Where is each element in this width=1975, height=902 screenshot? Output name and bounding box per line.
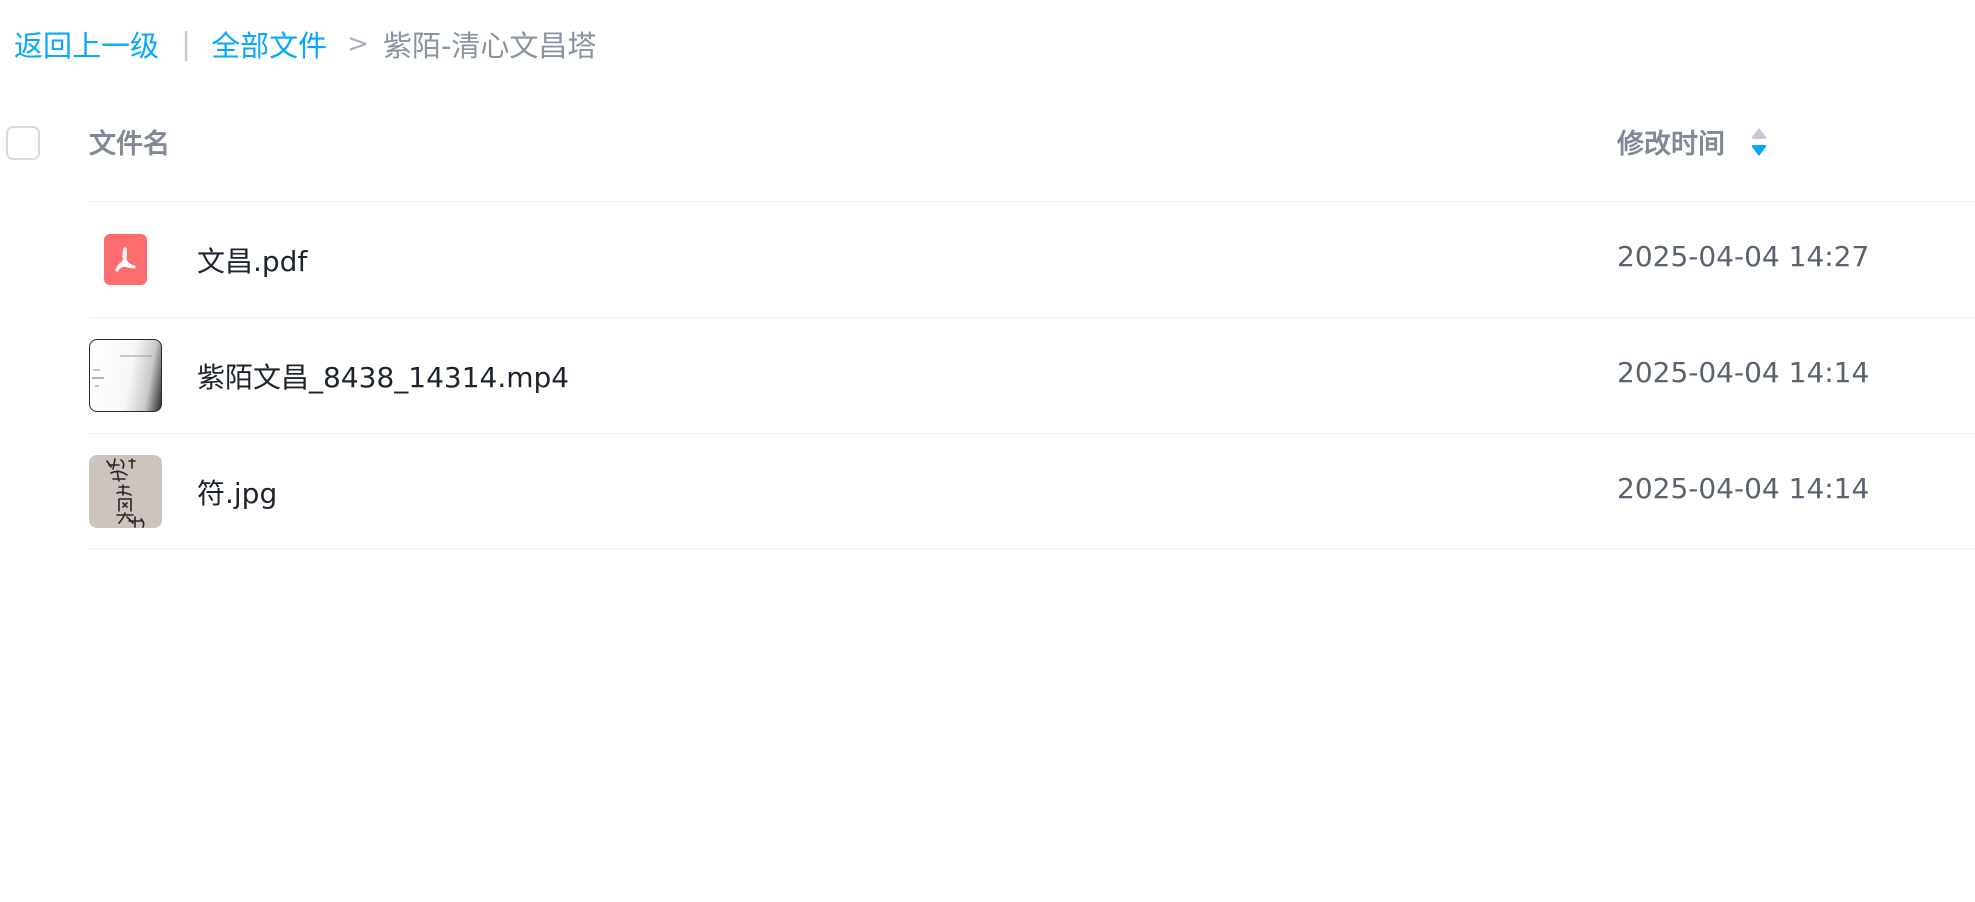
select-all-checkbox[interactable] [6, 126, 40, 160]
file-name[interactable]: 文昌.pdf [197, 240, 307, 280]
back-link[interactable]: 返回上一级 [14, 23, 159, 65]
pdf-file-icon [89, 223, 162, 296]
file-modified-time: 2025-04-04 14:14 [1617, 472, 1870, 505]
table-header: 文件名 修改时间 [0, 112, 1975, 178]
breadcrumb-root-link[interactable]: 全部文件 [211, 23, 327, 65]
column-header-name[interactable]: 文件名 [89, 122, 170, 161]
table-row[interactable]: 紫陌文昌_8438_14314.mp4 2025-04-04 14:14 [89, 317, 1975, 433]
breadcrumb-current-folder: 紫陌-清心文昌塔 [382, 29, 597, 63]
file-name[interactable]: 符.jpg [197, 472, 277, 512]
video-thumbnail [89, 339, 162, 412]
table-row[interactable]: 符.jpg 2025-04-04 14:14 [89, 433, 1975, 549]
file-name[interactable]: 紫陌文昌_8438_14314.mp4 [197, 356, 569, 396]
column-header-modified[interactable]: 修改时间 [1617, 122, 1725, 161]
file-browser: 返回上一级 | 全部文件 > 紫陌-清心文昌塔 文件名 修改时间 文昌.pdf … [0, 0, 1975, 902]
file-modified-time: 2025-04-04 14:27 [1617, 240, 1870, 273]
breadcrumb-divider: | [181, 26, 192, 62]
breadcrumb-separator: > [347, 29, 369, 59]
sort-desc-icon[interactable] [1749, 126, 1769, 158]
file-modified-time: 2025-04-04 14:14 [1617, 356, 1870, 389]
image-thumbnail [89, 455, 162, 528]
breadcrumb: 返回上一级 | 全部文件 > 紫陌-清心文昌塔 [14, 22, 596, 66]
table-row[interactable]: 文昌.pdf 2025-04-04 14:27 [89, 201, 1975, 317]
